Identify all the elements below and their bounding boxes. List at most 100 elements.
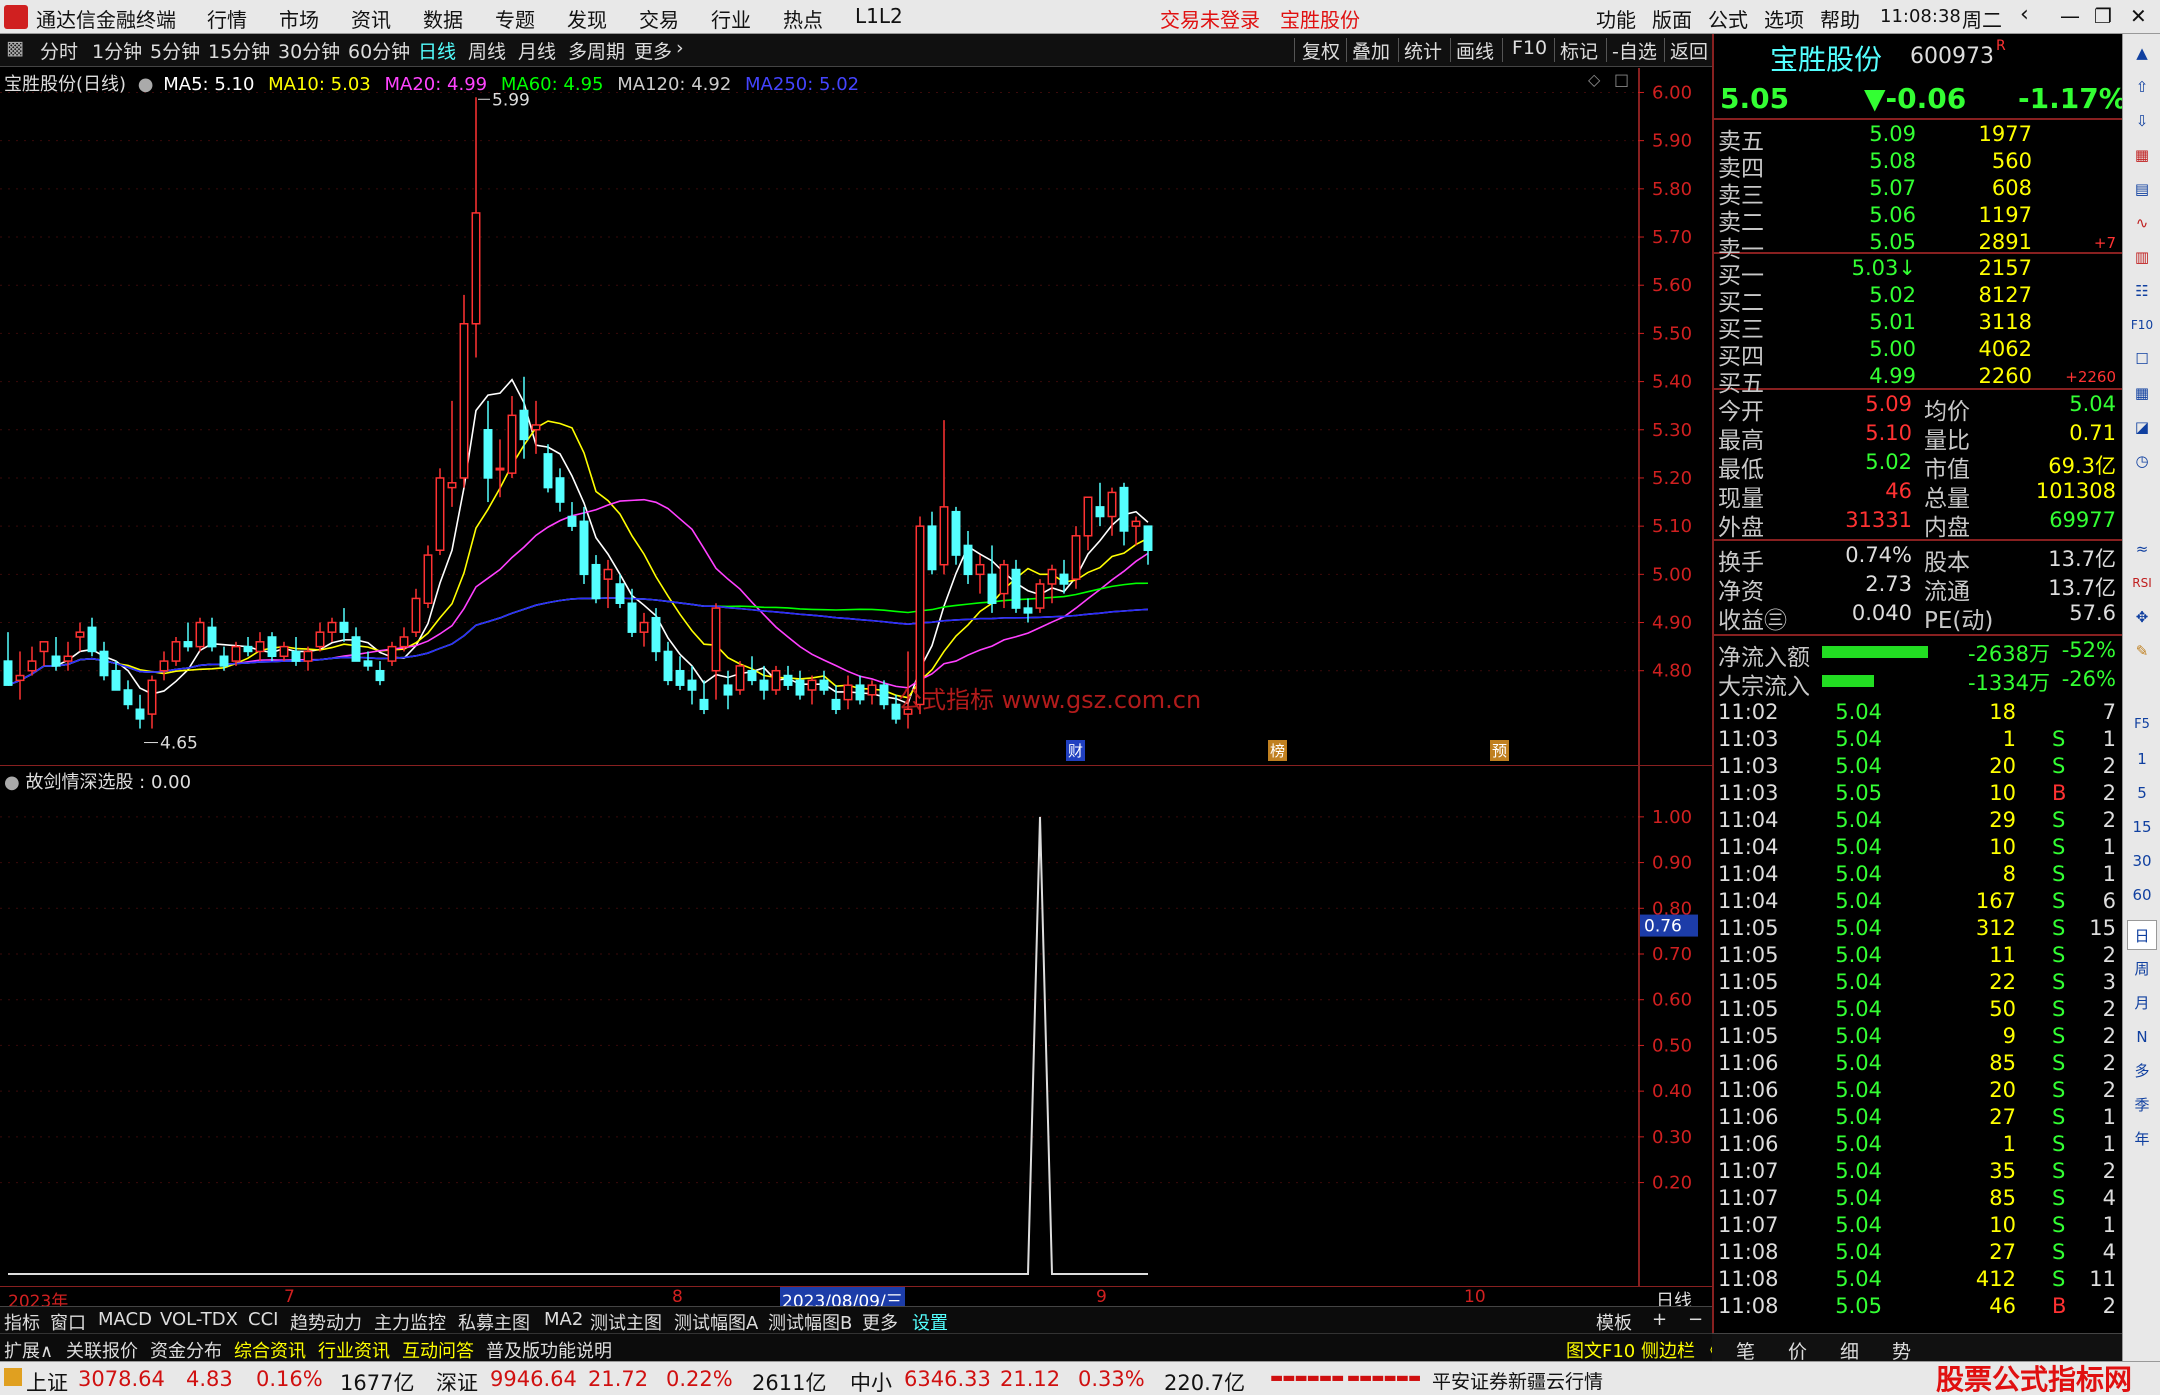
menu-xuanxiang[interactable]: 选项 [1764,4,1804,33]
period-15min[interactable]: 15分钟 [208,37,270,64]
tab-zhuli[interactable]: 主力监控 [374,1309,446,1335]
indicator-svg[interactable] [0,766,1638,1286]
btn-tongji[interactable]: 统计 [1404,37,1442,64]
square-icon[interactable]: □ [1614,70,1629,89]
menu-l1l2[interactable]: L1L2 [855,4,903,28]
btn-f10[interactable]: F10 [1512,37,1547,59]
sidebar-month[interactable]: 月 [2127,988,2157,1018]
period-weekly[interactable]: 周线 [468,37,506,64]
tab-hangye-zixun[interactable]: 行业资讯 [318,1337,390,1363]
period-60min[interactable]: 60分钟 [348,37,410,64]
line-icon[interactable]: ∿ [2127,208,2157,238]
period-1min[interactable]: 1分钟 [92,37,142,64]
download-icon[interactable]: ⇩ [2127,106,2157,136]
tab-muban[interactable]: 模板 [1596,1309,1632,1335]
sidebar-1[interactable]: 1 [2127,744,2157,774]
sh-name[interactable]: 上证 [26,1367,68,1395]
period-monthly[interactable]: 月线 [518,37,556,64]
marker-yu[interactable]: 预 [1490,740,1510,761]
btn-fanhui[interactable]: 返回 [1670,37,1708,64]
indicator-chart[interactable]: ● 故剑情深选股 : 0.00 [0,766,1638,1286]
sidebar-day[interactable]: 日 [2127,920,2157,950]
login-status[interactable]: 交易未登录 [1160,4,1260,33]
tab-cci[interactable]: CCI [248,1309,278,1330]
sidebar-5[interactable]: 5 [2127,778,2157,808]
menu-bangzhu[interactable]: 帮助 [1820,4,1860,33]
menu-gongneng[interactable]: 功能 [1596,4,1636,33]
menu-zhuanti[interactable]: 专题 [495,4,535,33]
wave-icon[interactable]: ≈ [2127,534,2157,564]
tab-shi[interactable]: 势 [1892,1337,1911,1364]
grid-icon[interactable]: ▦ [2127,378,2157,408]
btn-biaoji[interactable]: 标记 [1560,37,1598,64]
menu-jiaoyi[interactable]: 交易 [639,4,679,33]
tab-gengduo[interactable]: 更多 [862,1309,898,1335]
sidebar-multi[interactable]: 多 [2127,1056,2157,1086]
zx-name[interactable]: 中小 [850,1367,892,1395]
tab-remove[interactable]: − [1688,1309,1703,1330]
tab-sidebar-toggle[interactable]: 图文F10 侧边栏 《 [1566,1337,1719,1363]
tab-simu[interactable]: 私募主图 [458,1309,530,1335]
kline-chart[interactable]: 5.99 4.65 宝胜股份(日线) ● MA5: 5.10 MA10: 5.03… [0,68,1638,765]
sidebar-n[interactable]: N [2127,1022,2157,1052]
tab-vol[interactable]: VOL-TDX [160,1309,238,1330]
move-icon[interactable]: ✥ [2127,602,2157,632]
tab-chuangkou[interactable]: 窗口 [50,1309,86,1335]
tab-ceshi-a[interactable]: 测试幅图A [674,1309,758,1335]
settings-dot-icon[interactable]: ● [4,772,20,793]
table-icon[interactable]: ▤ [2127,174,2157,204]
menu-hangqing[interactable]: 行情 [207,4,247,33]
tab-shezhi[interactable]: 设置 [912,1309,948,1335]
restore-icon[interactable]: ❐ [2094,4,2112,28]
tab-kuozhan[interactable]: 扩展∧ [4,1337,53,1363]
tab-add[interactable]: + [1652,1309,1667,1330]
sidebar-year[interactable]: 年 [2127,1124,2157,1154]
period-5min[interactable]: 5分钟 [150,37,200,64]
marker-cai[interactable]: 财 [1066,740,1086,761]
close-icon[interactable]: ✕ [2130,4,2147,28]
sidebar-quarter[interactable]: 季 [2127,1090,2157,1120]
tab-hudong[interactable]: 互动问答 [402,1337,474,1363]
menu-zixun[interactable]: 资讯 [351,4,391,33]
kline-svg[interactable]: 5.994.65 [0,68,1638,765]
tab-zonghe[interactable]: 综合资讯 [234,1337,306,1363]
menu-banmian[interactable]: 版面 [1652,4,1692,33]
btn-huaxian[interactable]: 画线 [1456,37,1494,64]
chevron-right-icon[interactable]: › [676,37,684,59]
tab-guanlian[interactable]: 关联报价 [66,1337,138,1363]
menu-shichang[interactable]: 市场 [279,4,319,33]
layers-icon[interactable]: ◪ [2127,412,2157,442]
btn-zixuan[interactable]: -自选 [1612,37,1657,64]
tab-ceshi-b[interactable]: 测试幅图B [768,1309,852,1335]
chart-icon[interactable]: ▦ [2127,140,2157,170]
sidebar-15[interactable]: 15 [2127,812,2157,842]
tab-zhibiao[interactable]: 指标 [4,1309,40,1335]
up-icon[interactable]: ▲ [2127,38,2157,68]
tab-ma2[interactable]: MA2 [544,1309,583,1330]
period-daily[interactable]: 日线 [418,37,456,64]
settings-dot-icon[interactable]: ● [138,74,154,95]
period-multi[interactable]: 多周期 [568,37,625,64]
menu-hangye[interactable]: 行业 [711,4,751,33]
btn-fuquan[interactable]: 复权 [1302,37,1340,64]
candle-icon[interactable]: ▥ [2127,242,2157,272]
menu-shuju[interactable]: 数据 [423,4,463,33]
tab-bi[interactable]: 笔 [1736,1337,1755,1364]
doc-icon[interactable]: ☐ [2127,344,2157,374]
tab-xi[interactable]: 细 [1840,1337,1859,1364]
sidebar-f5[interactable]: F5 [2127,710,2157,740]
sidebar-week[interactable]: 周 [2127,954,2157,984]
tab-jia[interactable]: 价 [1788,1337,1807,1364]
tab-qushi[interactable]: 趋势动力 [290,1309,362,1335]
period-more[interactable]: 更多 [634,37,672,64]
pen-icon[interactable]: ✎ [2127,636,2157,666]
toolbar-toggle-icon[interactable]: ▩ [6,37,24,59]
tab-ceshi-zhutu[interactable]: 测试主图 [590,1309,662,1335]
sidebar-60[interactable]: 60 [2127,880,2157,910]
minimize-icon[interactable]: — [2060,4,2080,28]
period-30min[interactable]: 30分钟 [278,37,340,64]
sz-name[interactable]: 深证 [436,1367,478,1395]
clock-icon[interactable]: ◷ [2127,446,2157,476]
btn-diejia[interactable]: 叠加 [1352,37,1390,64]
period-fenshi[interactable]: 分时 [40,37,78,64]
